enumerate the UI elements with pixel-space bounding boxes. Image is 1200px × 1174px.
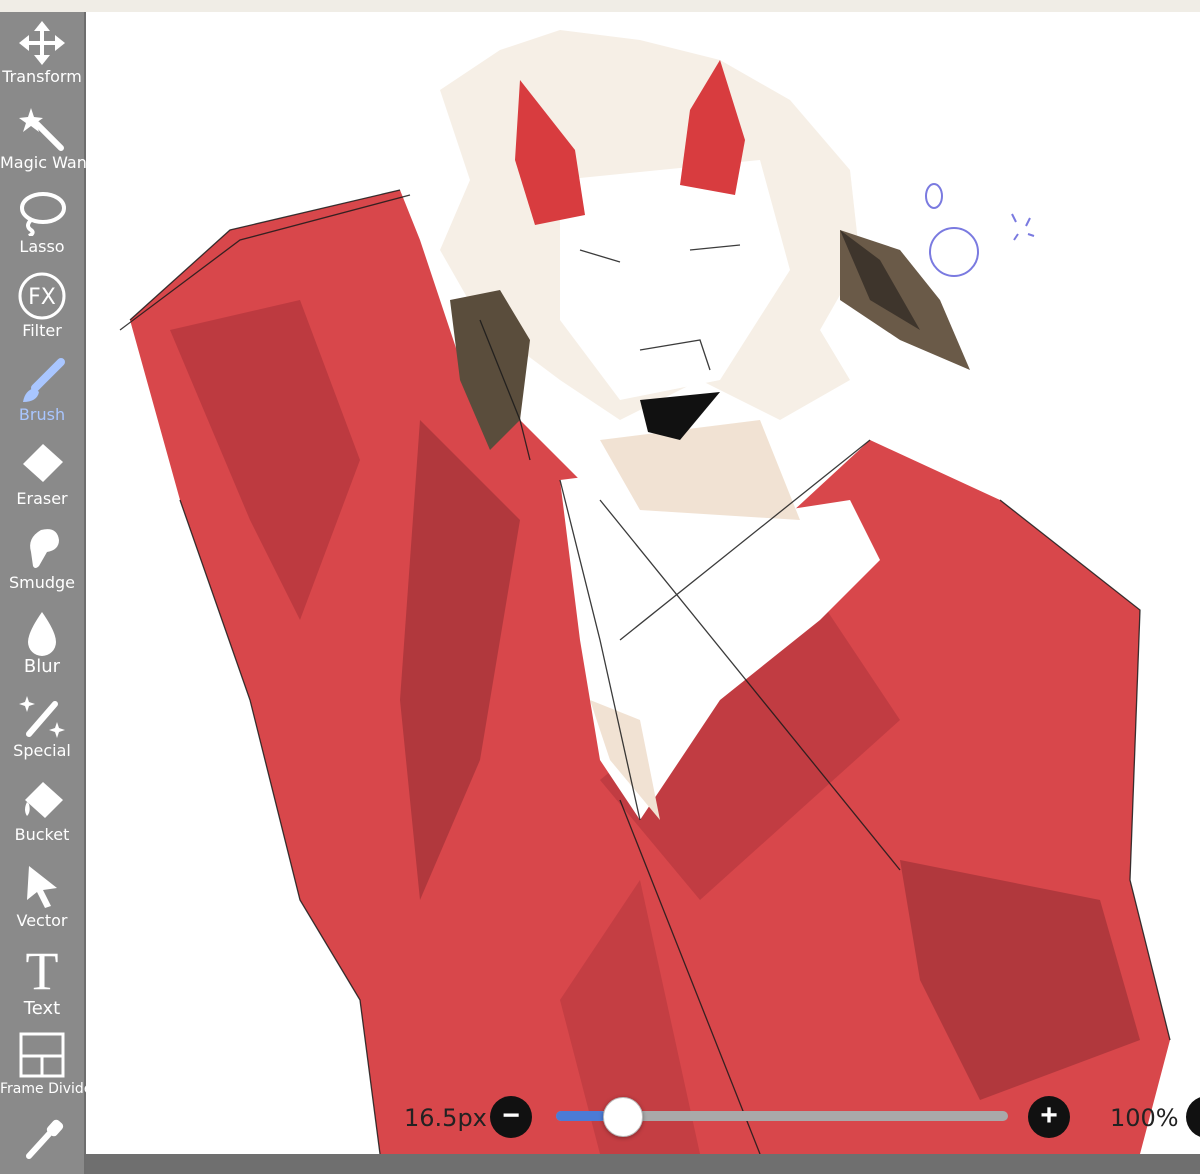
tool-label: Transform xyxy=(2,67,82,86)
tool-label: Magic Wand xyxy=(0,153,97,172)
tool-text[interactable]: T Text xyxy=(0,944,84,1018)
overflow-circle-button[interactable] xyxy=(1186,1096,1200,1138)
bucket-icon xyxy=(25,782,63,818)
move-arrows-icon xyxy=(19,21,65,65)
magic-wand-icon xyxy=(19,108,64,151)
tool-label: Frame Divider xyxy=(0,1081,99,1097)
smudge-icon xyxy=(30,529,59,568)
brush-size-controls: 16.5px − + 100% xyxy=(390,1092,1200,1142)
tool-label: Brush xyxy=(18,405,66,424)
tool-sidebar: Transform Magic Wand Lasso FX Filter Bru… xyxy=(0,12,99,1174)
tool-special[interactable]: Special xyxy=(0,694,84,760)
frame-divider-icon xyxy=(19,1032,65,1078)
fx-filter-icon: FX xyxy=(18,272,66,320)
eyedropper-icon xyxy=(26,1119,64,1159)
tool-label: Blur xyxy=(23,656,61,677)
tool-label: Special xyxy=(13,741,71,760)
tool-frame-divider[interactable]: Frame Divider xyxy=(0,1032,99,1098)
brush-size-readout: 16.5px xyxy=(404,1104,487,1132)
increase-size-button[interactable]: + xyxy=(1028,1096,1070,1138)
tool-label: Eraser xyxy=(16,489,68,508)
plus-icon: + xyxy=(1040,1099,1058,1132)
text-icon: T xyxy=(25,941,59,1001)
slider-fill xyxy=(556,1111,606,1121)
blur-drop-icon xyxy=(28,612,56,656)
tool-filter[interactable]: FX Filter xyxy=(0,272,84,340)
tool-eyedropper[interactable] xyxy=(0,1116,84,1162)
tool-label: Vector xyxy=(16,911,68,930)
tool-lasso[interactable]: Lasso xyxy=(0,190,84,256)
tool-transform[interactable]: Transform xyxy=(0,20,84,86)
eraser-icon xyxy=(23,444,63,482)
bottom-bar xyxy=(86,1154,1200,1174)
tool-magic-wand[interactable]: Magic Wand xyxy=(0,106,97,172)
brush-size-slider[interactable] xyxy=(556,1097,1008,1137)
tool-label: Filter xyxy=(22,321,62,340)
minus-icon: − xyxy=(502,1099,520,1132)
brush-icon xyxy=(23,358,65,402)
special-sparkle-pen-icon xyxy=(19,696,65,738)
tool-label: Bucket xyxy=(14,825,70,844)
tool-vector[interactable]: Vector xyxy=(0,864,84,930)
tool-bucket[interactable]: Bucket xyxy=(0,778,84,844)
tool-label: Lasso xyxy=(19,237,65,256)
zoom-level: 100% xyxy=(1110,1104,1179,1132)
tool-brush[interactable]: Brush xyxy=(0,358,84,424)
svg-text:FX: FX xyxy=(28,285,56,310)
tool-label: Text xyxy=(23,998,61,1019)
tool-eraser[interactable]: Eraser xyxy=(0,442,84,508)
tool-smudge[interactable]: Smudge xyxy=(0,526,84,592)
tool-blur[interactable]: Blur xyxy=(0,610,84,676)
artwork xyxy=(119,30,1171,1154)
drawing-canvas[interactable]: 16.5px − + 100% xyxy=(86,12,1200,1154)
slider-thumb[interactable] xyxy=(602,1097,643,1137)
tool-label: Smudge xyxy=(8,573,76,592)
vector-cursor-icon xyxy=(27,866,57,908)
lasso-icon xyxy=(20,192,66,236)
decrease-size-button[interactable]: − xyxy=(490,1096,532,1138)
